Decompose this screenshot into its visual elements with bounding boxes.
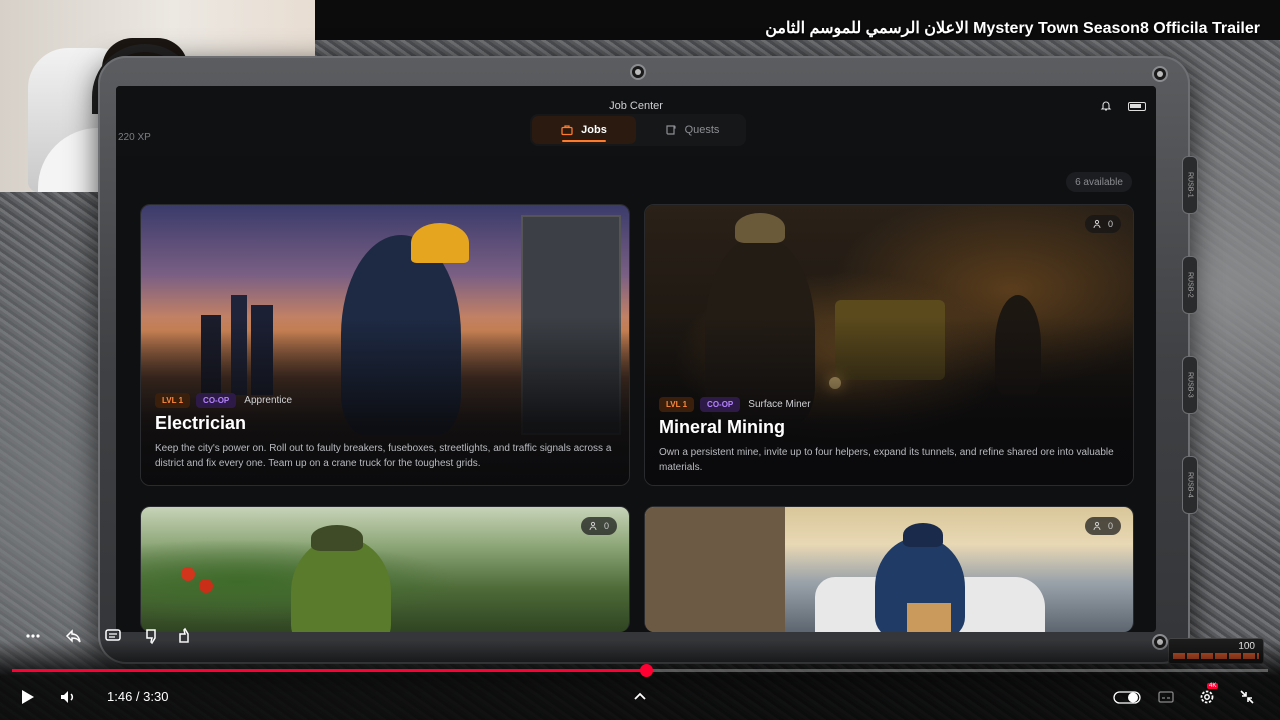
app-header: Job Center 220 XP Jobs Quests — [116, 86, 1156, 156]
progress-bar[interactable] — [12, 664, 1268, 677]
job-image — [645, 507, 1133, 632]
progress-fill — [12, 669, 647, 672]
rank-label: Apprentice — [244, 395, 293, 406]
job-card-electrician[interactable]: LVL 1 CO-OP Apprentice Electrician Keep … — [140, 204, 630, 486]
captions-icon[interactable] — [1154, 685, 1178, 709]
job-image — [141, 507, 629, 632]
players-count-value: 0 — [603, 521, 609, 531]
job-tags: LVL 1 CO-OP Apprentice — [155, 393, 292, 408]
tab-label: Jobs — [581, 124, 607, 136]
job-tags: LVL 1 CO-OP Surface Miner — [659, 397, 811, 412]
xp-counter: 220 XP — [118, 132, 151, 143]
players-count: 0 — [1084, 517, 1121, 535]
briefcase-icon — [561, 125, 573, 136]
video-title: الاعلان الرسمي للموسم الثامن Mystery Tow… — [765, 20, 1260, 37]
tab-label: Quests — [684, 124, 720, 136]
play-icon[interactable] — [15, 685, 39, 709]
tab-bar: Jobs Quests — [530, 114, 746, 146]
progress-scrubber[interactable] — [640, 664, 654, 677]
job-card-farming[interactable]: 0 — [140, 506, 630, 632]
players-count: 0 — [580, 517, 617, 535]
available-count-badge: 6 available — [1066, 172, 1132, 192]
chevron-up-icon[interactable] — [628, 685, 652, 709]
tab-jobs[interactable]: Jobs — [532, 116, 636, 144]
players-count: 0 — [1084, 215, 1121, 233]
job-title: Electrician — [155, 413, 247, 433]
bell-icon[interactable] — [1100, 100, 1112, 112]
players-count-value: 0 — [1107, 521, 1113, 531]
job-title: Mineral Mining — [659, 417, 785, 437]
people-icon — [1093, 219, 1101, 229]
side-tab: RUSB-4 — [1182, 456, 1198, 514]
job-card-delivery[interactable]: 0 — [644, 506, 1134, 632]
tablet-screen: Job Center 220 XP Jobs Quests 6 availabl… — [116, 86, 1156, 632]
side-tab: RUSB-2 — [1182, 256, 1198, 314]
level-badge: LVL 1 — [659, 397, 695, 412]
screw-icon — [630, 64, 646, 80]
coop-badge: CO-OP — [196, 393, 237, 408]
time-display: 1:46 / 3:30 — [107, 689, 169, 704]
rank-label: Surface Miner — [748, 399, 811, 410]
tab-quests[interactable]: Quests — [640, 116, 744, 144]
quality-badge: 4K — [1207, 683, 1219, 689]
autoplay-toggle[interactable] — [1112, 685, 1142, 709]
job-description: Own a persistent mine, invite up to four… — [659, 447, 1114, 473]
people-icon — [589, 521, 597, 531]
exit-fullscreen-icon[interactable] — [1235, 685, 1259, 709]
page-title: Job Center — [609, 100, 663, 112]
settings-gear-icon[interactable]: 4K — [1195, 683, 1219, 709]
screw-icon — [1152, 66, 1168, 82]
side-tab: RUSB-3 — [1182, 356, 1198, 414]
side-tab: RUSB-1 — [1182, 156, 1198, 214]
players-count-value: 0 — [1107, 219, 1113, 229]
job-card-mineral-mining[interactable]: 0 LVL 1 CO-OP Surface Miner Mineral Mini… — [644, 204, 1134, 486]
scroll-icon — [665, 125, 676, 135]
battery-icon — [1128, 102, 1146, 111]
level-badge: LVL 1 — [155, 393, 191, 408]
people-icon — [1093, 521, 1101, 531]
job-description: Keep the city's power on. Roll out to fa… — [155, 443, 612, 469]
coop-badge: CO-OP — [700, 397, 741, 412]
tablet-frame: RUSB-1 RUSB-2 RUSB-3 RUSB-4 Job Center 2… — [98, 56, 1198, 664]
volume-icon[interactable] — [56, 685, 80, 709]
